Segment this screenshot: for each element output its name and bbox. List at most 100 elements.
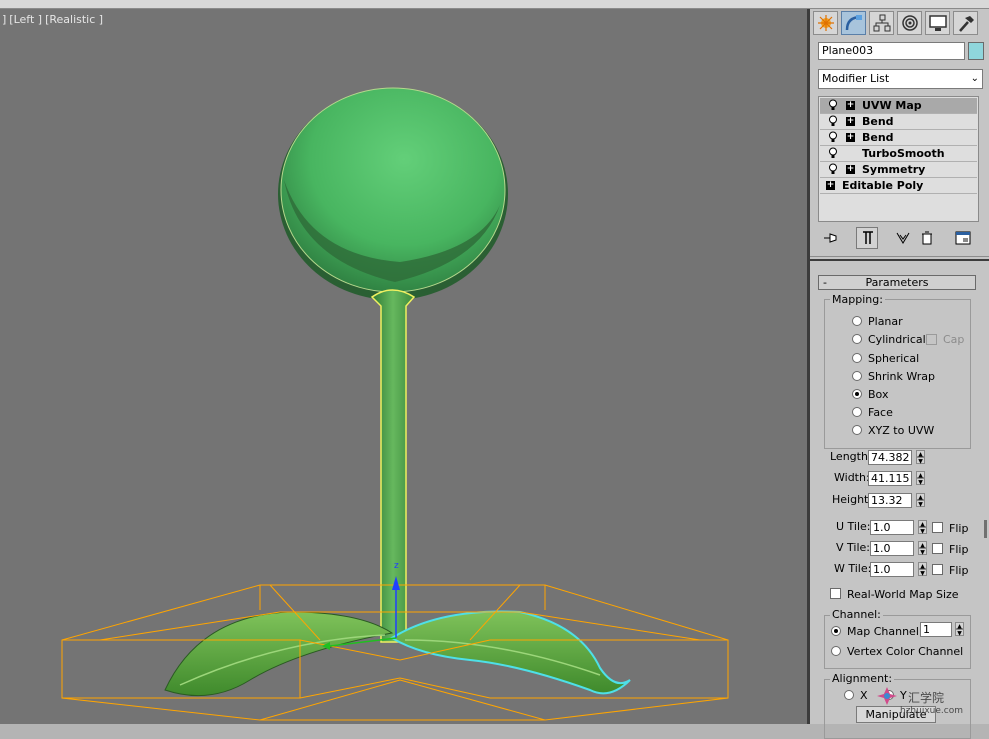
wtile-field[interactable]: 1.0 <box>870 562 914 577</box>
stack-item-label: Bend <box>862 115 894 128</box>
real-world-map-size-label: Real-World Map Size <box>847 588 959 601</box>
channel-group-title: Channel: <box>830 608 883 621</box>
watermark-text: 汇学院 <box>908 691 945 705</box>
vertex-color-channel-label: Vertex Color Channel <box>847 645 964 658</box>
lightbulb-icon[interactable] <box>828 115 838 127</box>
radio-planar[interactable] <box>852 316 862 326</box>
radio-face[interactable] <box>852 407 862 417</box>
cap-label: Cap <box>943 333 965 346</box>
stack-item-bend[interactable]: + Bend <box>820 114 977 130</box>
make-unique-icon <box>896 232 910 244</box>
stack-item-label: TurboSmooth <box>862 147 945 160</box>
flip-label: Flip <box>949 543 969 556</box>
mapping-group-title: Mapping: <box>830 293 885 306</box>
expand-icon[interactable]: + <box>846 165 855 174</box>
lightbulb-icon[interactable] <box>828 147 838 159</box>
pin-stack-button[interactable] <box>820 227 842 249</box>
radio-xyz-to-uvw[interactable] <box>852 425 862 435</box>
object-name-field[interactable]: Plane003 <box>818 42 965 60</box>
lightbulb-icon[interactable] <box>828 163 838 175</box>
hierarchy-icon <box>873 14 891 32</box>
align-y-label: Y <box>900 689 907 702</box>
width-spinner[interactable]: ▲ ▼ <box>916 471 925 486</box>
flip-label: Flip <box>949 522 969 535</box>
stack-item-editable-poly[interactable]: + Editable Poly <box>820 178 977 194</box>
expand-icon[interactable]: + <box>826 181 835 190</box>
expand-icon[interactable]: + <box>846 133 855 142</box>
map-channel-spinner[interactable]: ▲ ▼ <box>955 622 964 637</box>
lightbulb-icon[interactable] <box>828 99 838 111</box>
gizmo-axis-label: z <box>394 561 399 571</box>
u-flip-checkbox[interactable] <box>932 522 943 533</box>
cap-checkbox[interactable] <box>926 334 937 345</box>
show-end-result-icon <box>863 231 873 244</box>
stack-item-label: Editable Poly <box>842 179 924 192</box>
radio-box[interactable] <box>852 389 862 399</box>
expand-icon[interactable]: + <box>846 101 855 110</box>
height-spinner[interactable]: ▲ ▼ <box>916 493 925 508</box>
tab-motion[interactable] <box>897 11 922 35</box>
real-world-map-size-checkbox[interactable] <box>830 588 841 599</box>
tab-modify[interactable] <box>841 11 866 35</box>
v-flip-checkbox[interactable] <box>932 543 943 554</box>
modifier-list-dropdown[interactable]: Modifier List ⌄ <box>818 69 983 89</box>
length-label: Length: <box>830 450 872 463</box>
radio-spherical[interactable] <box>852 353 862 363</box>
height-field[interactable]: 13.32 <box>868 493 912 508</box>
remove-modifier-button[interactable] <box>916 227 938 249</box>
tab-display[interactable] <box>925 11 950 35</box>
utile-spinner[interactable]: ▲ ▼ <box>918 520 927 535</box>
lightbulb-icon[interactable] <box>828 131 838 143</box>
radio-align-x[interactable] <box>844 690 854 700</box>
flip-label: Flip <box>949 564 969 577</box>
expand-icon[interactable]: + <box>846 117 855 126</box>
stack-item-uvw-map[interactable]: + UVW Map <box>820 98 977 114</box>
width-field[interactable]: 41.115 <box>868 471 912 486</box>
scene-render[interactable]: z <box>0 9 807 724</box>
radio-label: XYZ to UVW <box>868 424 935 437</box>
utile-label: U Tile: <box>836 520 871 533</box>
wtile-label: W Tile: <box>834 562 872 575</box>
stack-item-turbosmooth[interactable]: TurboSmooth <box>820 146 977 162</box>
show-end-result-button[interactable] <box>856 227 878 249</box>
modifier-stack[interactable]: + UVW Map + Bend + Bend TurboSmooth + Sy… <box>818 96 979 222</box>
stack-item-label: UVW Map <box>862 99 922 112</box>
left-viewport[interactable]: ] [Left ] [Realistic ] z <box>0 9 807 724</box>
radio-shrink-wrap[interactable] <box>852 371 862 381</box>
map-channel-label: Map Channel: <box>847 625 923 638</box>
radio-cylindrical[interactable] <box>852 334 862 344</box>
stack-item-bend-2[interactable]: + Bend <box>820 130 977 146</box>
tab-create[interactable] <box>813 11 838 35</box>
modifier-list-label: Modifier List <box>822 72 890 85</box>
tab-hierarchy[interactable] <box>869 11 894 35</box>
flower-head[interactable] <box>278 87 508 300</box>
vtile-field[interactable]: 1.0 <box>870 541 914 556</box>
tab-utilities[interactable] <box>953 11 978 35</box>
w-flip-checkbox[interactable] <box>932 564 943 575</box>
vtile-label: V Tile: <box>836 541 870 554</box>
radio-map-channel[interactable] <box>831 626 841 636</box>
top-toolbar-strip <box>0 0 989 9</box>
parameters-rollout-header[interactable]: - Parameters <box>818 275 976 290</box>
length-spinner[interactable]: ▲ ▼ <box>916 450 925 465</box>
rollout-title: Parameters <box>865 276 929 289</box>
stack-item-label: Bend <box>862 131 894 144</box>
wtile-spinner[interactable]: ▲ ▼ <box>918 562 927 577</box>
panel-scrollbar-grip[interactable] <box>984 520 987 538</box>
object-color-swatch[interactable] <box>968 42 984 60</box>
stack-item-symmetry[interactable]: + Symmetry <box>820 162 977 178</box>
alignment-group-title: Alignment: <box>830 672 895 685</box>
display-icon <box>929 15 947 31</box>
collapse-icon: - <box>823 276 827 289</box>
vtile-spinner[interactable]: ▲ ▼ <box>918 541 927 556</box>
configure-sets-button[interactable] <box>952 227 974 249</box>
radio-label: Spherical <box>868 352 920 365</box>
make-unique-button[interactable] <box>892 227 914 249</box>
radio-vertex-color-channel[interactable] <box>831 646 841 656</box>
map-channel-field[interactable]: 1 <box>920 622 952 637</box>
configure-sets-icon <box>955 231 971 245</box>
radio-label: Box <box>868 388 889 401</box>
length-field[interactable]: 74.382 <box>868 450 912 465</box>
utile-field[interactable]: 1.0 <box>870 520 914 535</box>
radio-label: Face <box>868 406 893 419</box>
